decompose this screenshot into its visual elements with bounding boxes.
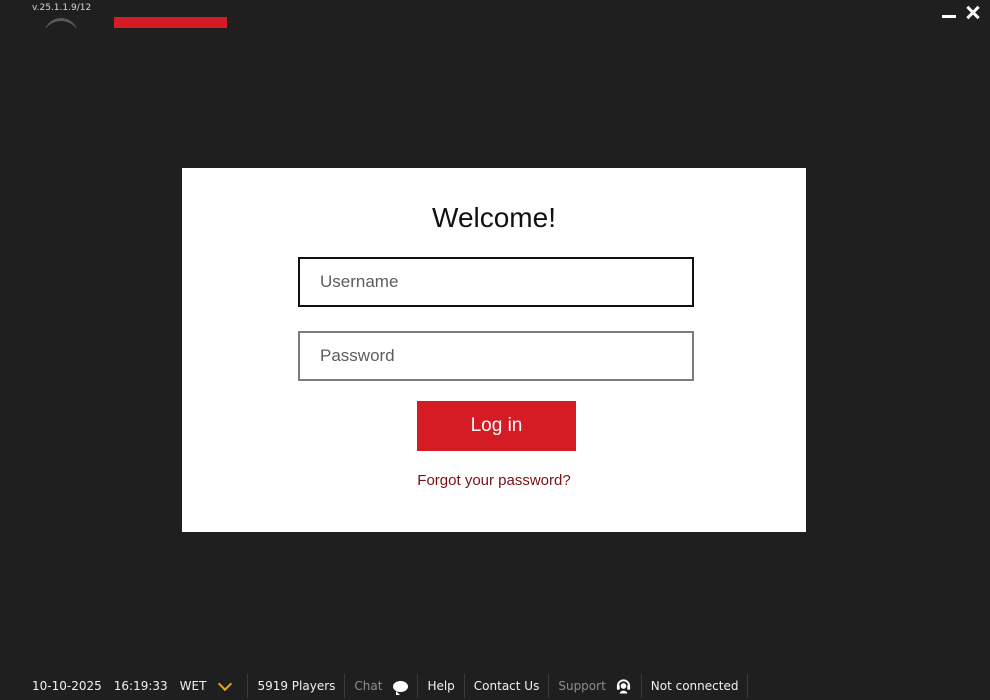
help-link[interactable]: Help: [418, 674, 465, 698]
password-input[interactable]: [298, 331, 694, 381]
version-label: v.25.1.1.9/12: [32, 3, 92, 13]
avatar: [44, 18, 78, 28]
window-controls: [940, 4, 982, 22]
username-input[interactable]: [298, 257, 694, 307]
forgot-password-link[interactable]: Forgot your password?: [182, 472, 806, 489]
chat-bubble-icon: [393, 680, 409, 695]
timezone-selector[interactable]: WET: [180, 674, 249, 698]
status-timezone: WET: [179, 679, 207, 693]
login-button[interactable]: Log in: [417, 401, 576, 451]
app-window: v.25.1.1.9/12 Welcome! Log in Forgot you…: [0, 0, 990, 700]
status-bar: 10-10-2025 16:19:33 WET 5919 Players Cha…: [32, 674, 749, 698]
status-players: 5919 Players: [248, 674, 346, 698]
close-icon[interactable]: [964, 4, 982, 22]
support-button[interactable]: Support: [549, 674, 642, 698]
chat-label: Chat: [354, 679, 383, 693]
connection-status: Not connected: [642, 674, 749, 698]
page-title: Welcome!: [432, 202, 556, 233]
status-time: 16:19:33: [113, 679, 168, 693]
minimize-icon[interactable]: [940, 4, 958, 22]
chat-button[interactable]: Chat: [345, 674, 419, 698]
brand-accent-bar: [114, 17, 227, 28]
support-label: Support: [558, 679, 606, 693]
headset-icon: [616, 679, 630, 694]
chevron-down-icon[interactable]: [218, 676, 233, 692]
login-card: Welcome! Log in Forgot your password?: [182, 168, 806, 532]
contact-us-link[interactable]: Contact Us: [465, 674, 550, 698]
status-date: 10-10-2025: [32, 679, 102, 693]
